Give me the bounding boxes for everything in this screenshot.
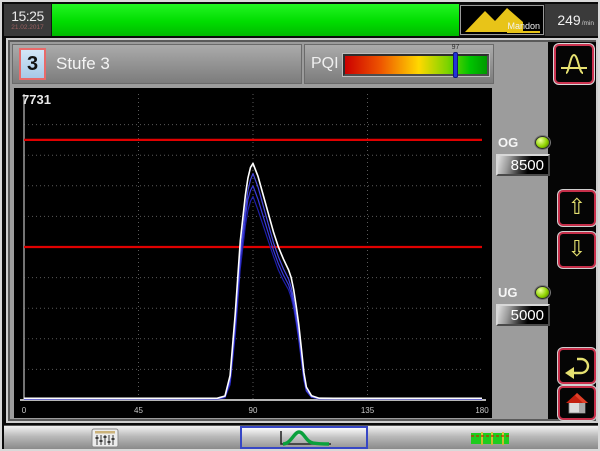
rate-unit: /min xyxy=(581,19,594,27)
bottom-toolbar xyxy=(4,425,598,449)
pqi-marker-value: 97 xyxy=(451,44,460,51)
svg-text:90: 90 xyxy=(249,406,258,415)
svg-text:180: 180 xyxy=(475,406,489,415)
step-label: Stufe 3 xyxy=(56,54,110,73)
arrow-up-icon: ⇧ xyxy=(567,195,587,220)
og-label: OG xyxy=(498,134,519,150)
pqi-label: PQI xyxy=(311,55,339,72)
return-arrow-icon xyxy=(565,357,590,379)
og-value-field[interactable]: 8500 xyxy=(496,154,550,176)
status-indicator-bar xyxy=(52,4,459,36)
top-status-bar: 15:25 21.02.2017 Mandon 249 /min xyxy=(4,4,598,36)
waveform-chart: 0 45 90 135 180 7731 xyxy=(14,88,492,418)
pqi-marker: 97 xyxy=(452,44,459,78)
date-display: 21.02.2017 xyxy=(11,24,44,31)
clock: 15:25 21.02.2017 xyxy=(4,4,51,36)
mixer-panel-button[interactable] xyxy=(88,427,122,449)
ug-row: UG xyxy=(498,283,550,301)
step-number-box[interactable]: 3 xyxy=(19,48,46,80)
brand-name: Mandon xyxy=(507,21,540,33)
statistics-bars-button[interactable] xyxy=(468,427,512,449)
svg-text:45: 45 xyxy=(134,406,143,415)
peak-display-button[interactable] xyxy=(554,44,594,84)
peak-with-limits-icon xyxy=(561,53,587,74)
step-header: 3 Stufe 3 xyxy=(12,44,302,84)
home-icon xyxy=(566,393,588,414)
time-display: 15:25 xyxy=(11,8,44,24)
svg-text:135: 135 xyxy=(361,406,375,415)
rate-counter: 249 /min xyxy=(545,4,598,36)
pqi-section: PQI 97 xyxy=(304,44,494,84)
brand-logo: Mandon xyxy=(460,5,544,35)
arrow-down-icon: ⇩ xyxy=(567,237,587,262)
chart-canvas: 0 45 90 135 180 xyxy=(20,94,489,415)
ug-label: UG xyxy=(498,284,518,300)
green-bars-icon xyxy=(471,432,509,445)
back-button[interactable] xyxy=(558,348,596,384)
peak-value-label: 7731 xyxy=(22,92,51,107)
og-row: OG xyxy=(498,133,550,151)
ug-status-led xyxy=(535,285,550,299)
ug-value-field[interactable]: 5000 xyxy=(496,304,550,326)
mixer-panel-icon xyxy=(91,428,119,448)
svg-text:0: 0 xyxy=(22,406,27,415)
pqi-gauge: 97 xyxy=(343,44,489,78)
og-status-led xyxy=(535,135,550,149)
hmi-screen: 15:25 21.02.2017 Mandon 249 /min 3 Stufe… xyxy=(0,0,600,451)
home-button[interactable] xyxy=(558,386,596,420)
increase-button[interactable]: ⇧ xyxy=(558,190,596,226)
rate-value: 249 xyxy=(557,12,581,28)
curve-view-button[interactable] xyxy=(240,426,368,449)
decrease-button[interactable]: ⇩ xyxy=(558,232,596,268)
curve-monitor-icon xyxy=(280,429,331,446)
